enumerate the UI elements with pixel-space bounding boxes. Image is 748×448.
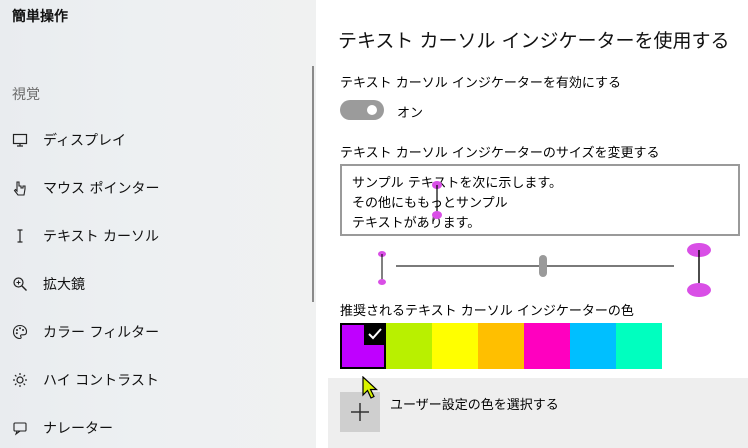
sidebar-item-mouse-pointer[interactable]: マウス ポインター	[0, 168, 316, 208]
swatch-lime[interactable]	[386, 323, 432, 369]
magnifier-icon	[13, 277, 27, 291]
narrator-icon	[13, 422, 27, 436]
sidebar-item-display[interactable]: ディスプレイ	[0, 120, 316, 160]
sidebar-item-label: ディスプレイ	[43, 133, 127, 149]
indicator-toggle[interactable]	[340, 100, 384, 120]
sidebar-item-label: ナレーター	[43, 421, 113, 437]
sample-text-box: サンプル テキストを次に示します。 その他にももっとサンプル テキストがあります…	[340, 164, 740, 236]
custom-color-button[interactable]: ユーザー設定の色を選択する	[328, 378, 748, 448]
mouse-cursor-icon	[362, 376, 379, 399]
main-panel: テキスト カーソル インジケーターを使用する テキスト カーソル インジケーター…	[316, 0, 748, 448]
color-swatches	[340, 323, 662, 369]
sample-line: テキストがあります。	[352, 216, 481, 231]
selected-check-icon	[364, 323, 386, 345]
page-title: テキスト カーソル インジケーターを使用する	[338, 30, 730, 52]
mouse-pointer-icon	[13, 181, 26, 196]
swatch-yellow[interactable]	[432, 323, 478, 369]
monitor-icon	[12, 133, 28, 147]
enable-indicator-label: テキスト カーソル インジケーターを有効にする	[340, 76, 622, 91]
sidebar-scrollbar[interactable]	[312, 66, 314, 302]
large-indicator-icon	[687, 243, 711, 297]
sidebar-item-color-filter[interactable]: カラー フィルター	[0, 312, 316, 352]
swatch-magenta[interactable]	[524, 323, 570, 369]
sidebar-item-label: マウス ポインター	[43, 181, 160, 197]
sidebar-item-text-cursor[interactable]: テキスト カーソル	[0, 216, 316, 256]
custom-color-label: ユーザー設定の色を選択する	[390, 398, 559, 413]
sidebar-item-high-contrast[interactable]: ハイ コントラスト	[0, 360, 316, 400]
sidebar-item-label: テキスト カーソル	[43, 229, 160, 245]
sidebar-item-narrator[interactable]: ナレーター	[0, 408, 316, 448]
indicator-size-slider[interactable]	[372, 242, 722, 298]
sidebar: 簡単操作 視覚 ディスプレイ マウス ポインター テキスト カーソル 拡大鏡 カ…	[0, 0, 316, 448]
sidebar-item-label: 拡大鏡	[43, 277, 85, 293]
small-indicator-icon	[378, 251, 386, 285]
sun-icon	[13, 373, 27, 387]
toggle-knob	[367, 105, 377, 115]
app-title: 簡単操作	[12, 9, 68, 25]
indicator-size-label: テキスト カーソル インジケーターのサイズを変更する	[340, 146, 660, 161]
swatch-purple[interactable]	[340, 323, 386, 369]
sidebar-item-magnifier[interactable]: 拡大鏡	[0, 264, 316, 304]
swatch-aqua[interactable]	[616, 323, 662, 369]
slider-track[interactable]	[396, 265, 674, 267]
slider-thumb[interactable]	[539, 255, 548, 277]
text-cursor-indicator-icon	[432, 181, 442, 219]
sidebar-item-label: カラー フィルター	[43, 325, 160, 341]
toggle-state-label: オン	[397, 106, 424, 121]
sample-line: サンプル テキストを次に示します。	[352, 176, 563, 191]
section-label-vision: 視覚	[12, 87, 40, 103]
sidebar-item-label: ハイ コントラスト	[43, 373, 159, 389]
swatch-orange[interactable]	[478, 323, 524, 369]
text-cursor-icon	[17, 229, 23, 243]
palette-icon	[12, 324, 28, 340]
swatch-sky-blue[interactable]	[570, 323, 616, 369]
sample-line: その他にももっとサンプル	[352, 196, 508, 211]
recommended-colors-label: 推奨されるテキスト カーソル インジケーターの色	[340, 304, 634, 319]
